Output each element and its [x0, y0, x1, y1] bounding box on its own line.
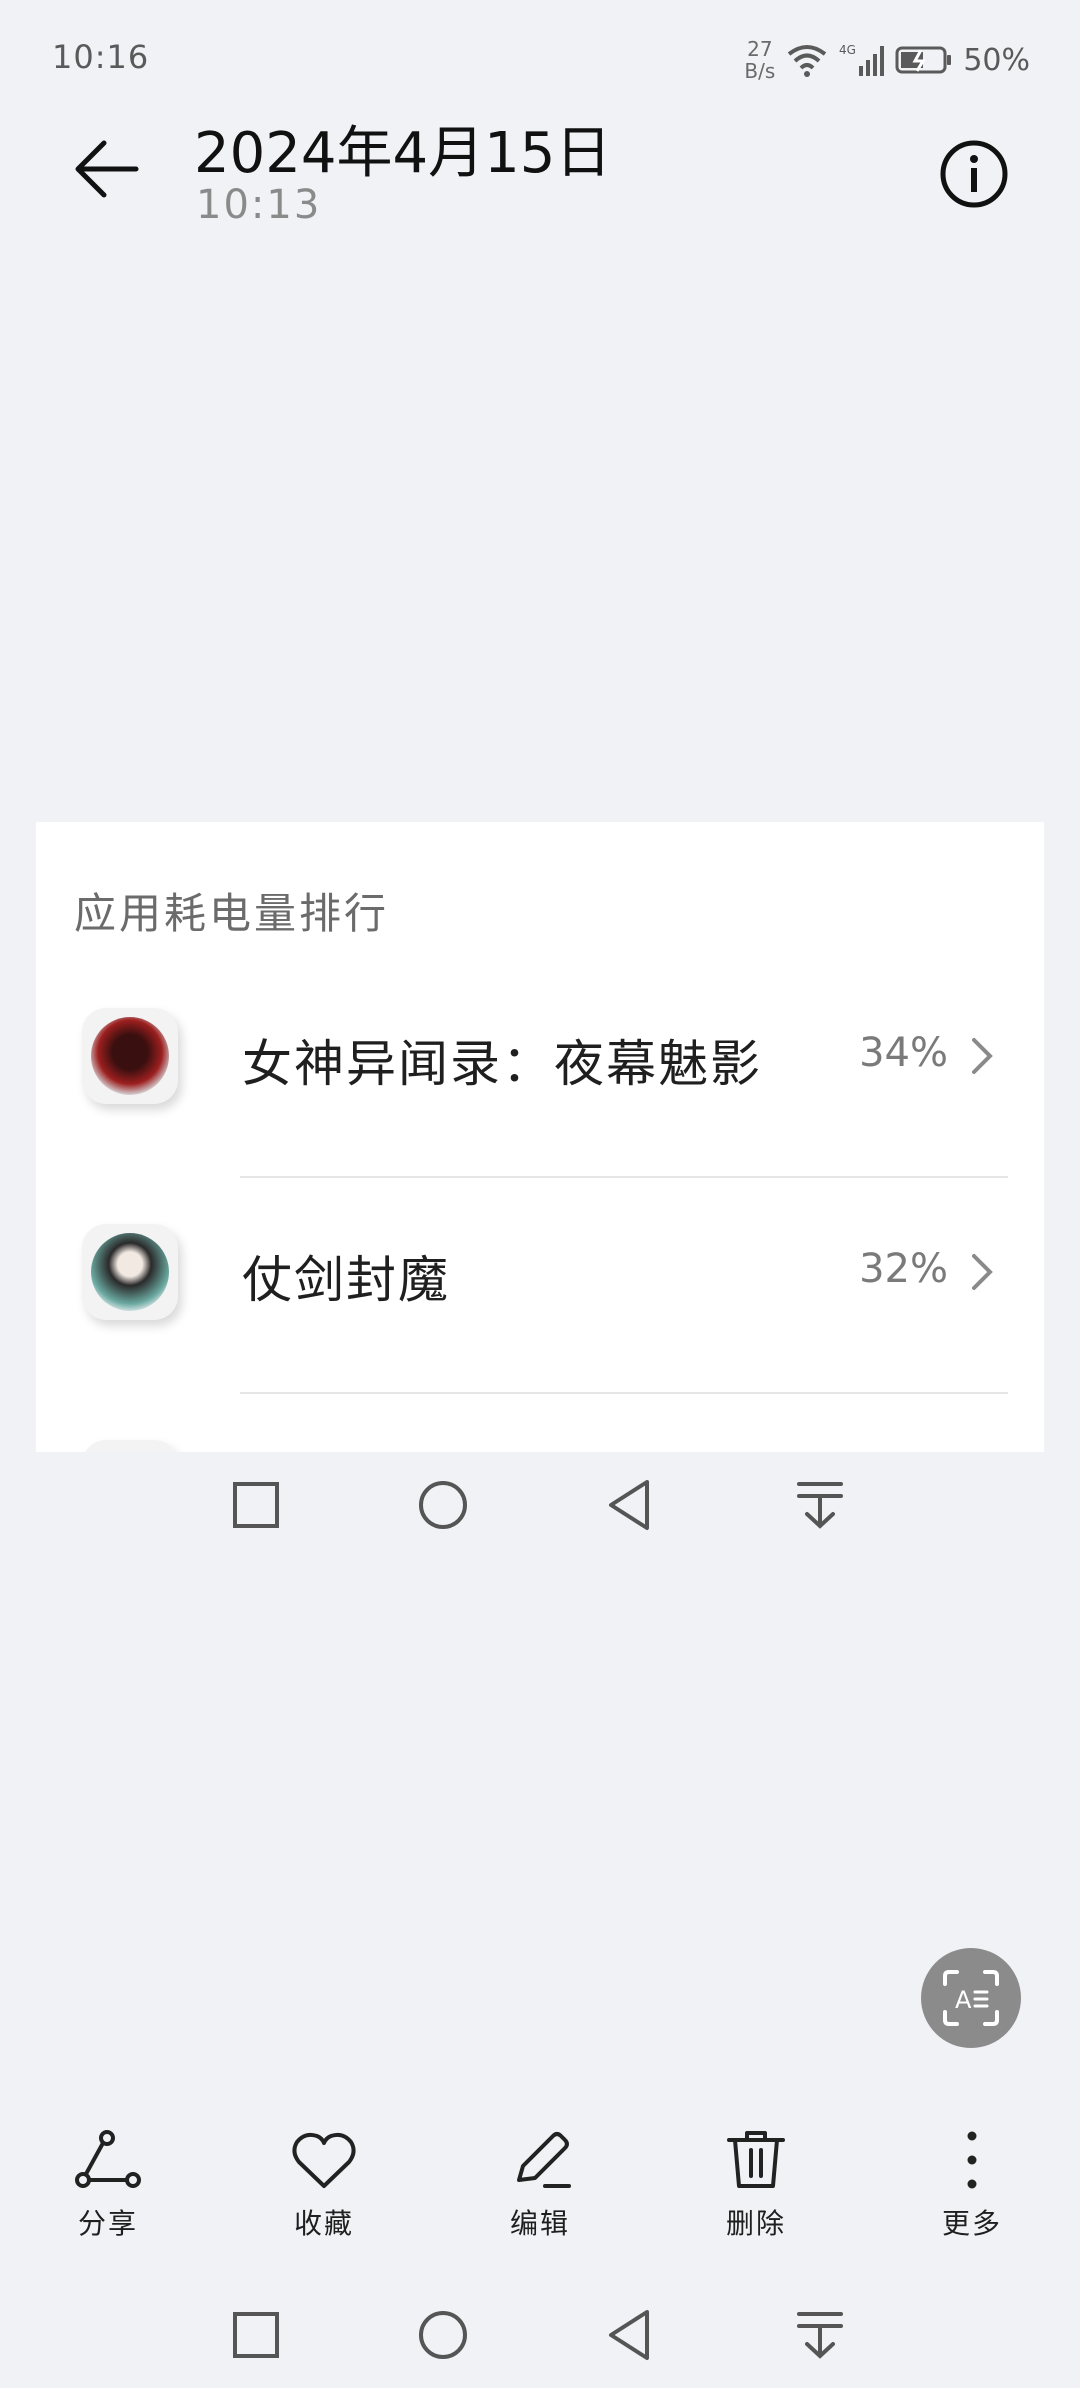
- wifi-icon: [788, 45, 827, 77]
- app-name: 仗剑封魔: [242, 1251, 450, 1309]
- cellular-signal-icon: 4G: [839, 43, 885, 76]
- back-button[interactable]: [72, 134, 142, 204]
- home-button[interactable]: [408, 2300, 478, 2370]
- more-vertical-icon: [967, 2131, 977, 2189]
- app-percent: 34%: [859, 1030, 948, 1076]
- system-nav-bar: [0, 2300, 1080, 2380]
- square-icon: [233, 1482, 279, 1528]
- trash-icon: [727, 2131, 785, 2188]
- scan-text-icon: A: [943, 1970, 999, 2026]
- network-speed-value: 27: [747, 37, 773, 61]
- app-row: 女神异闻录：夜幕魅影 34%: [36, 962, 1044, 1178]
- app-icon-persona: [82, 1008, 178, 1104]
- app-percent: 32%: [859, 1246, 948, 1292]
- arrow-left-icon: [75, 140, 139, 198]
- circle-icon: [419, 1481, 467, 1529]
- chevron-right-icon: [972, 1038, 993, 1074]
- app-name: 女神异闻录：夜幕魅影: [242, 1035, 762, 1093]
- share-button[interactable]: 分享: [38, 2128, 178, 2242]
- favorite-label: 收藏: [293, 2207, 354, 2240]
- svg-text:4G: 4G: [839, 43, 856, 57]
- pencil-icon: [517, 2132, 571, 2188]
- triangle-back-icon: [609, 1480, 649, 1530]
- app-icon-partial: [82, 1440, 178, 1452]
- share-label: 分享: [77, 2207, 138, 2240]
- battery-percentage: 50%: [963, 42, 1030, 78]
- delete-label: 删除: [725, 2207, 786, 2240]
- screenshot-nav-bar: [0, 1470, 1080, 1550]
- page-subtitle-time: 10:13: [196, 182, 322, 228]
- text-recognition-button[interactable]: A: [921, 1948, 1021, 2048]
- notification-pulldown-button[interactable]: [785, 2300, 855, 2370]
- more-label: 更多: [941, 2207, 1002, 2240]
- delete-button[interactable]: 删除: [686, 2128, 826, 2242]
- status-time: 10:16: [52, 38, 150, 76]
- status-bar-right: 27 B/s 4G 50%: [744, 34, 1030, 86]
- network-speed: 27 B/s: [744, 38, 775, 82]
- info-button[interactable]: [938, 138, 1010, 210]
- edit-label: 编辑: [509, 2207, 570, 2240]
- section-title: 应用耗电量排行: [74, 889, 390, 938]
- network-speed-unit: B/s: [744, 59, 776, 83]
- dropdown-menu-icon: [797, 1482, 843, 1529]
- edit-button[interactable]: 编辑: [470, 2128, 610, 2242]
- system-back-button[interactable]: [597, 2300, 667, 2370]
- heart-icon: [292, 2132, 356, 2188]
- info-icon: [940, 140, 1008, 208]
- app-row-partial: [36, 1394, 1044, 1452]
- more-button[interactable]: 更多: [902, 2128, 1042, 2242]
- battery-icon: [895, 46, 952, 74]
- recent-apps-button[interactable]: [221, 2300, 291, 2370]
- share-icon: [75, 2130, 141, 2188]
- svg-text:A: A: [955, 1986, 972, 2014]
- page-title-date: 2024年4月15日: [194, 121, 612, 186]
- app-icon-zhangjian: [82, 1224, 178, 1320]
- app-row: 仗剑封魔 32%: [36, 1178, 1044, 1394]
- favorite-button[interactable]: 收藏: [254, 2128, 394, 2242]
- chevron-right-icon: [972, 1254, 993, 1290]
- screenshot-preview[interactable]: 应用耗电量排行 女神异闻录：夜幕魅影 34% 仗剑封魔 32%: [36, 822, 1044, 1452]
